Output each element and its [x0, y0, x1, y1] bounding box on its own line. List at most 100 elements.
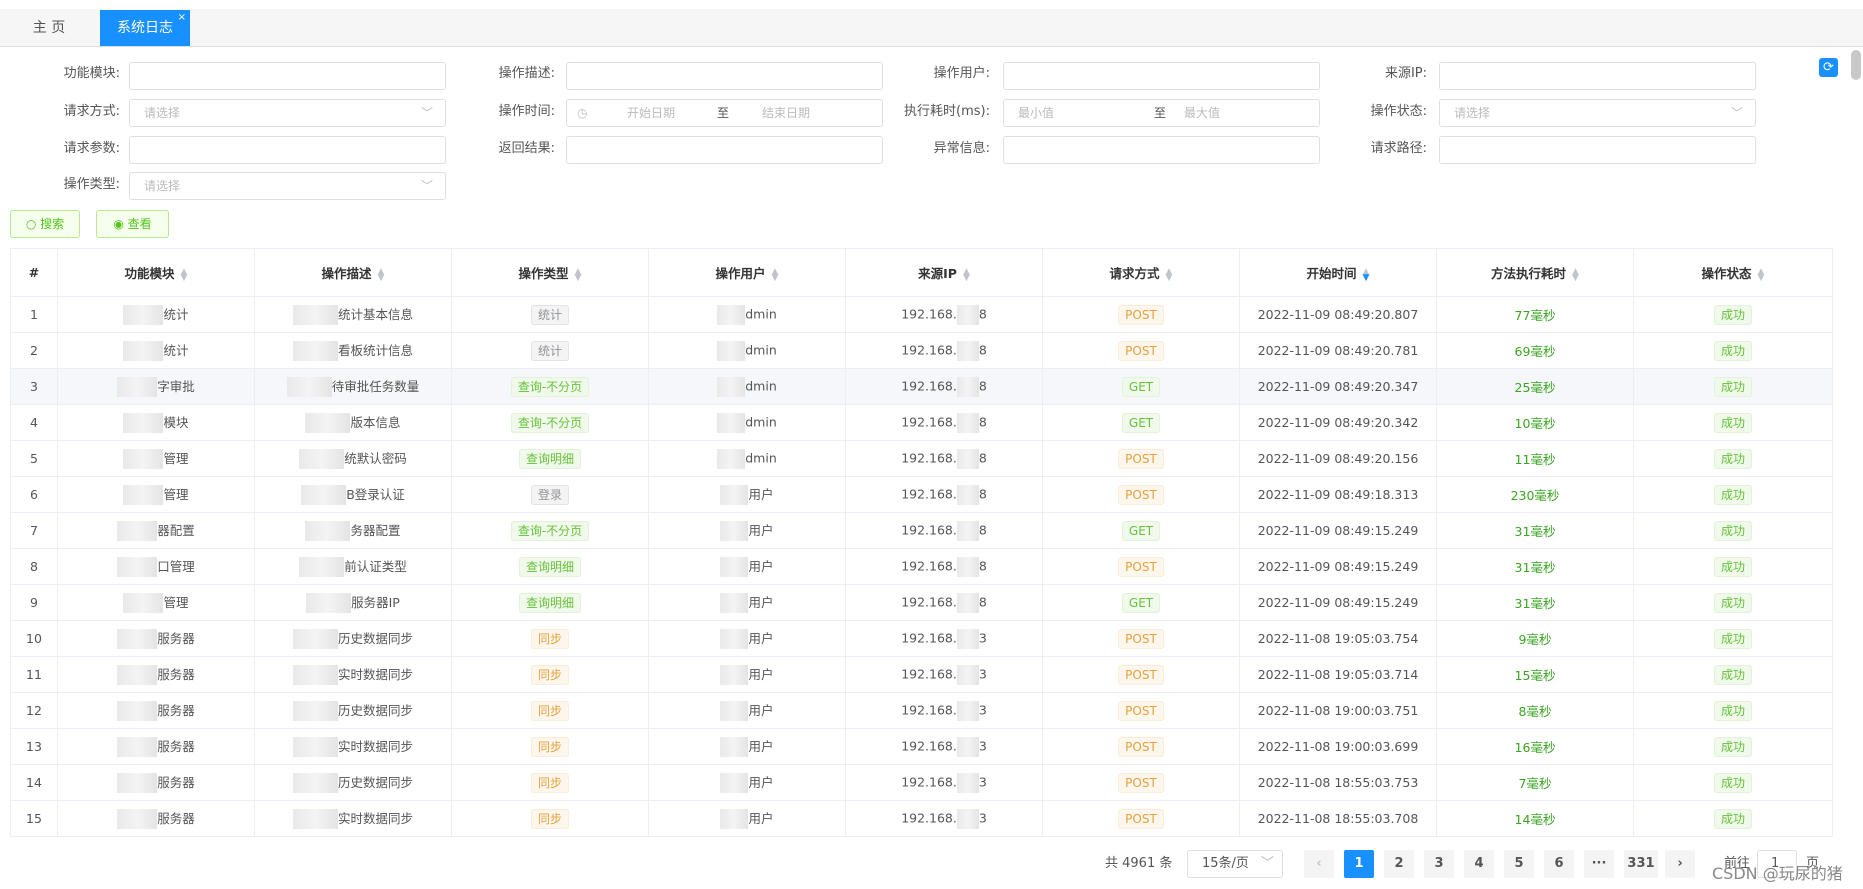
row-number: 8 [10, 548, 58, 585]
status-cell: 成功 [1633, 584, 1833, 621]
sort-icon[interactable]: ▲ ▼ [1572, 267, 1579, 282]
column-header[interactable]: 操作状态 ▲ ▼ [1633, 248, 1833, 297]
chevron-down-icon: ﹀ [420, 179, 433, 193]
sort-icon[interactable]: ▲ ▼ [963, 267, 970, 282]
sort-icon[interactable]: ▲ ▼ [1758, 267, 1765, 282]
table-row[interactable]: 11 服务器 实时数据同步 同步 用户 192.168. 3 POST 2022-11-08 1… [10, 656, 1833, 693]
sort-icon[interactable]: ▲ ▼ [1363, 267, 1370, 282]
module-cell: 器配置 [57, 512, 255, 549]
column-header[interactable]: 来源IP ▲ ▼ [845, 248, 1043, 297]
table-row[interactable]: 4 模块 版本信息 查询-不分页 dmin 192.168. 8 GET 2022-11-09 … [10, 404, 1833, 441]
cost-range-input[interactable]: 最小值 至 最大值 [1003, 99, 1320, 127]
error-input[interactable] [1003, 136, 1320, 164]
refresh-icon[interactable]: ⟳ [1819, 58, 1838, 77]
close-icon[interactable]: × [178, 0, 186, 36]
result-input[interactable] [566, 136, 883, 164]
page-button[interactable]: 6 [1544, 850, 1574, 878]
path-input[interactable] [1439, 136, 1756, 164]
column-header[interactable]: 操作类型 ▲ ▼ [451, 248, 649, 297]
ip-cell: 192.168. 8 [845, 296, 1043, 333]
params-input[interactable] [129, 136, 446, 164]
table-row[interactable]: 2 统计 看板统计信息 统计 dmin 192.168. 8 POST 2022-11-09 0… [10, 332, 1833, 369]
desc-cell: 实时数据同步 [254, 728, 452, 765]
tab-home[interactable]: 主 页 [14, 10, 84, 46]
table-row[interactable]: 10 服务器 历史数据同步 同步 用户 192.168. 3 POST 2022-11-08 1… [10, 620, 1833, 657]
prev-page-button[interactable]: ‹ [1304, 850, 1334, 878]
type-select[interactable]: 请选择 ﹀ [129, 172, 446, 200]
row-number: 4 [10, 404, 58, 441]
status-tag: 成功 [1713, 484, 1752, 505]
status-tag: 成功 [1713, 592, 1752, 613]
ip-input[interactable] [1439, 62, 1756, 90]
sort-icon[interactable]: ▲ ▼ [1166, 267, 1173, 282]
view-button[interactable]: ◉ 查看 [96, 210, 169, 238]
column-header[interactable]: 方法执行耗时 ▲ ▼ [1436, 248, 1634, 297]
sort-icon[interactable]: ▲ ▼ [772, 267, 779, 282]
module-cell: 统计 [57, 332, 255, 369]
table-row[interactable]: 8 口管理 前认证类型 查询明细 用户 192.168. 8 POST 2022-11-09 0… [10, 548, 1833, 585]
page-size-select[interactable]: 15条/页 ﹀ [1187, 850, 1283, 878]
table-row[interactable]: 3 字审批 待审批任务数量 查询-不分页 dmin 192.168. 8 GET 2022-11… [10, 368, 1833, 405]
page-button[interactable]: 3 [1424, 850, 1454, 878]
table-row[interactable]: 12 服务器 历史数据同步 同步 用户 192.168. 3 POST 2022-11-08 1… [10, 692, 1833, 729]
table-row[interactable]: 13 服务器 实时数据同步 同步 用户 192.168. 3 POST 2022-11-08 1… [10, 728, 1833, 765]
cost-cell: 69毫秒 [1436, 332, 1634, 369]
status-tag: 成功 [1713, 772, 1752, 793]
column-header[interactable]: 开始时间 ▲ ▼ [1239, 248, 1437, 297]
column-header[interactable]: 功能模块 ▲ ▼ [57, 248, 255, 297]
page-button[interactable]: 331 [1624, 850, 1658, 878]
module-cell: 服务器 [57, 764, 255, 801]
cost-cell: 31毫秒 [1436, 584, 1634, 621]
table-row[interactable]: 14 服务器 历史数据同步 同步 用户 192.168. 3 POST 2022-11-08 1… [10, 764, 1833, 801]
status-cell: 成功 [1633, 764, 1833, 801]
user-cell: 用户 [648, 512, 846, 549]
next-page-button[interactable]: › [1665, 850, 1695, 878]
desc-label: 操作描述: [498, 66, 555, 81]
module-cell: 服务器 [57, 728, 255, 765]
user-input[interactable] [1003, 62, 1320, 90]
column-header[interactable]: 操作用户 ▲ ▼ [648, 248, 846, 297]
column-header[interactable]: 请求方式 ▲ ▼ [1042, 248, 1240, 297]
method-select[interactable]: 请选择 ﹀ [129, 99, 446, 127]
time-range-picker[interactable]: ◷ 开始日期 至 结束日期 [566, 99, 883, 127]
sort-icon[interactable]: ▲ ▼ [181, 267, 188, 282]
table-row[interactable]: 1 统计 统计基本信息 统计 dmin 192.168. 8 POST 2022-11-09 0… [10, 296, 1833, 333]
table-row[interactable]: 6 管理 B登录认证 登录 用户 192.168. 8 POST 2022-11-09 08:4… [10, 476, 1833, 513]
clock-icon: ◷ [577, 106, 588, 120]
method-cell: POST [1042, 656, 1240, 693]
cost-cell: 14毫秒 [1436, 800, 1634, 837]
status-select[interactable]: 请选择 ﹀ [1439, 99, 1756, 127]
page-button[interactable]: 1 [1344, 850, 1374, 878]
desc-cell: 历史数据同步 [254, 764, 452, 801]
table-row[interactable]: 5 管理 统默认密码 查询明细 dmin 192.168. 8 POST 2022-11-09 … [10, 440, 1833, 477]
type-label: 操作类型: [63, 177, 120, 192]
table-row[interactable]: 9 管理 服务器IP 查询明细 用户 192.168. 8 GET 2022-11-09 08:… [10, 584, 1833, 621]
ip-cell: 192.168. 3 [845, 656, 1043, 693]
ip-cell: 192.168. 3 [845, 692, 1043, 729]
user-label: 操作用户: [933, 66, 990, 81]
module-cell: 服务器 [57, 692, 255, 729]
row-number: 1 [10, 296, 58, 333]
module-input[interactable] [129, 62, 446, 90]
method-label: 请求方式: [63, 104, 120, 119]
type-tag: 查询明细 [518, 448, 581, 469]
page-button[interactable]: 4 [1464, 850, 1494, 878]
row-number: 10 [10, 620, 58, 657]
chevron-down-icon: ﹀ [420, 106, 433, 120]
table-row[interactable]: 7 器配置 务器配置 查询-不分页 用户 192.168. 8 GET 2022-11-09 0… [10, 512, 1833, 549]
search-button[interactable]: ○ 搜索 [10, 210, 80, 238]
desc-cell: 实时数据同步 [254, 656, 452, 693]
desc-input[interactable] [566, 62, 883, 90]
tab-system-log[interactable]: 系统日志 × [100, 10, 190, 46]
status-cell: 成功 [1633, 296, 1833, 333]
page-button[interactable]: 5 [1504, 850, 1534, 878]
module-cell: 模块 [57, 404, 255, 441]
table-row[interactable]: 15 服务器 实时数据同步 同步 用户 192.168. 3 POST 2022-11-08 1… [10, 800, 1833, 837]
column-header[interactable]: 操作描述 ▲ ▼ [254, 248, 452, 297]
page-button[interactable]: 2 [1384, 850, 1414, 878]
type-tag: 登录 [530, 484, 569, 505]
more-pages-button[interactable]: ··· [1584, 850, 1614, 878]
sort-icon[interactable]: ▲ ▼ [575, 267, 582, 282]
scrollbar[interactable] [1851, 50, 1861, 80]
sort-icon[interactable]: ▲ ▼ [378, 267, 385, 282]
